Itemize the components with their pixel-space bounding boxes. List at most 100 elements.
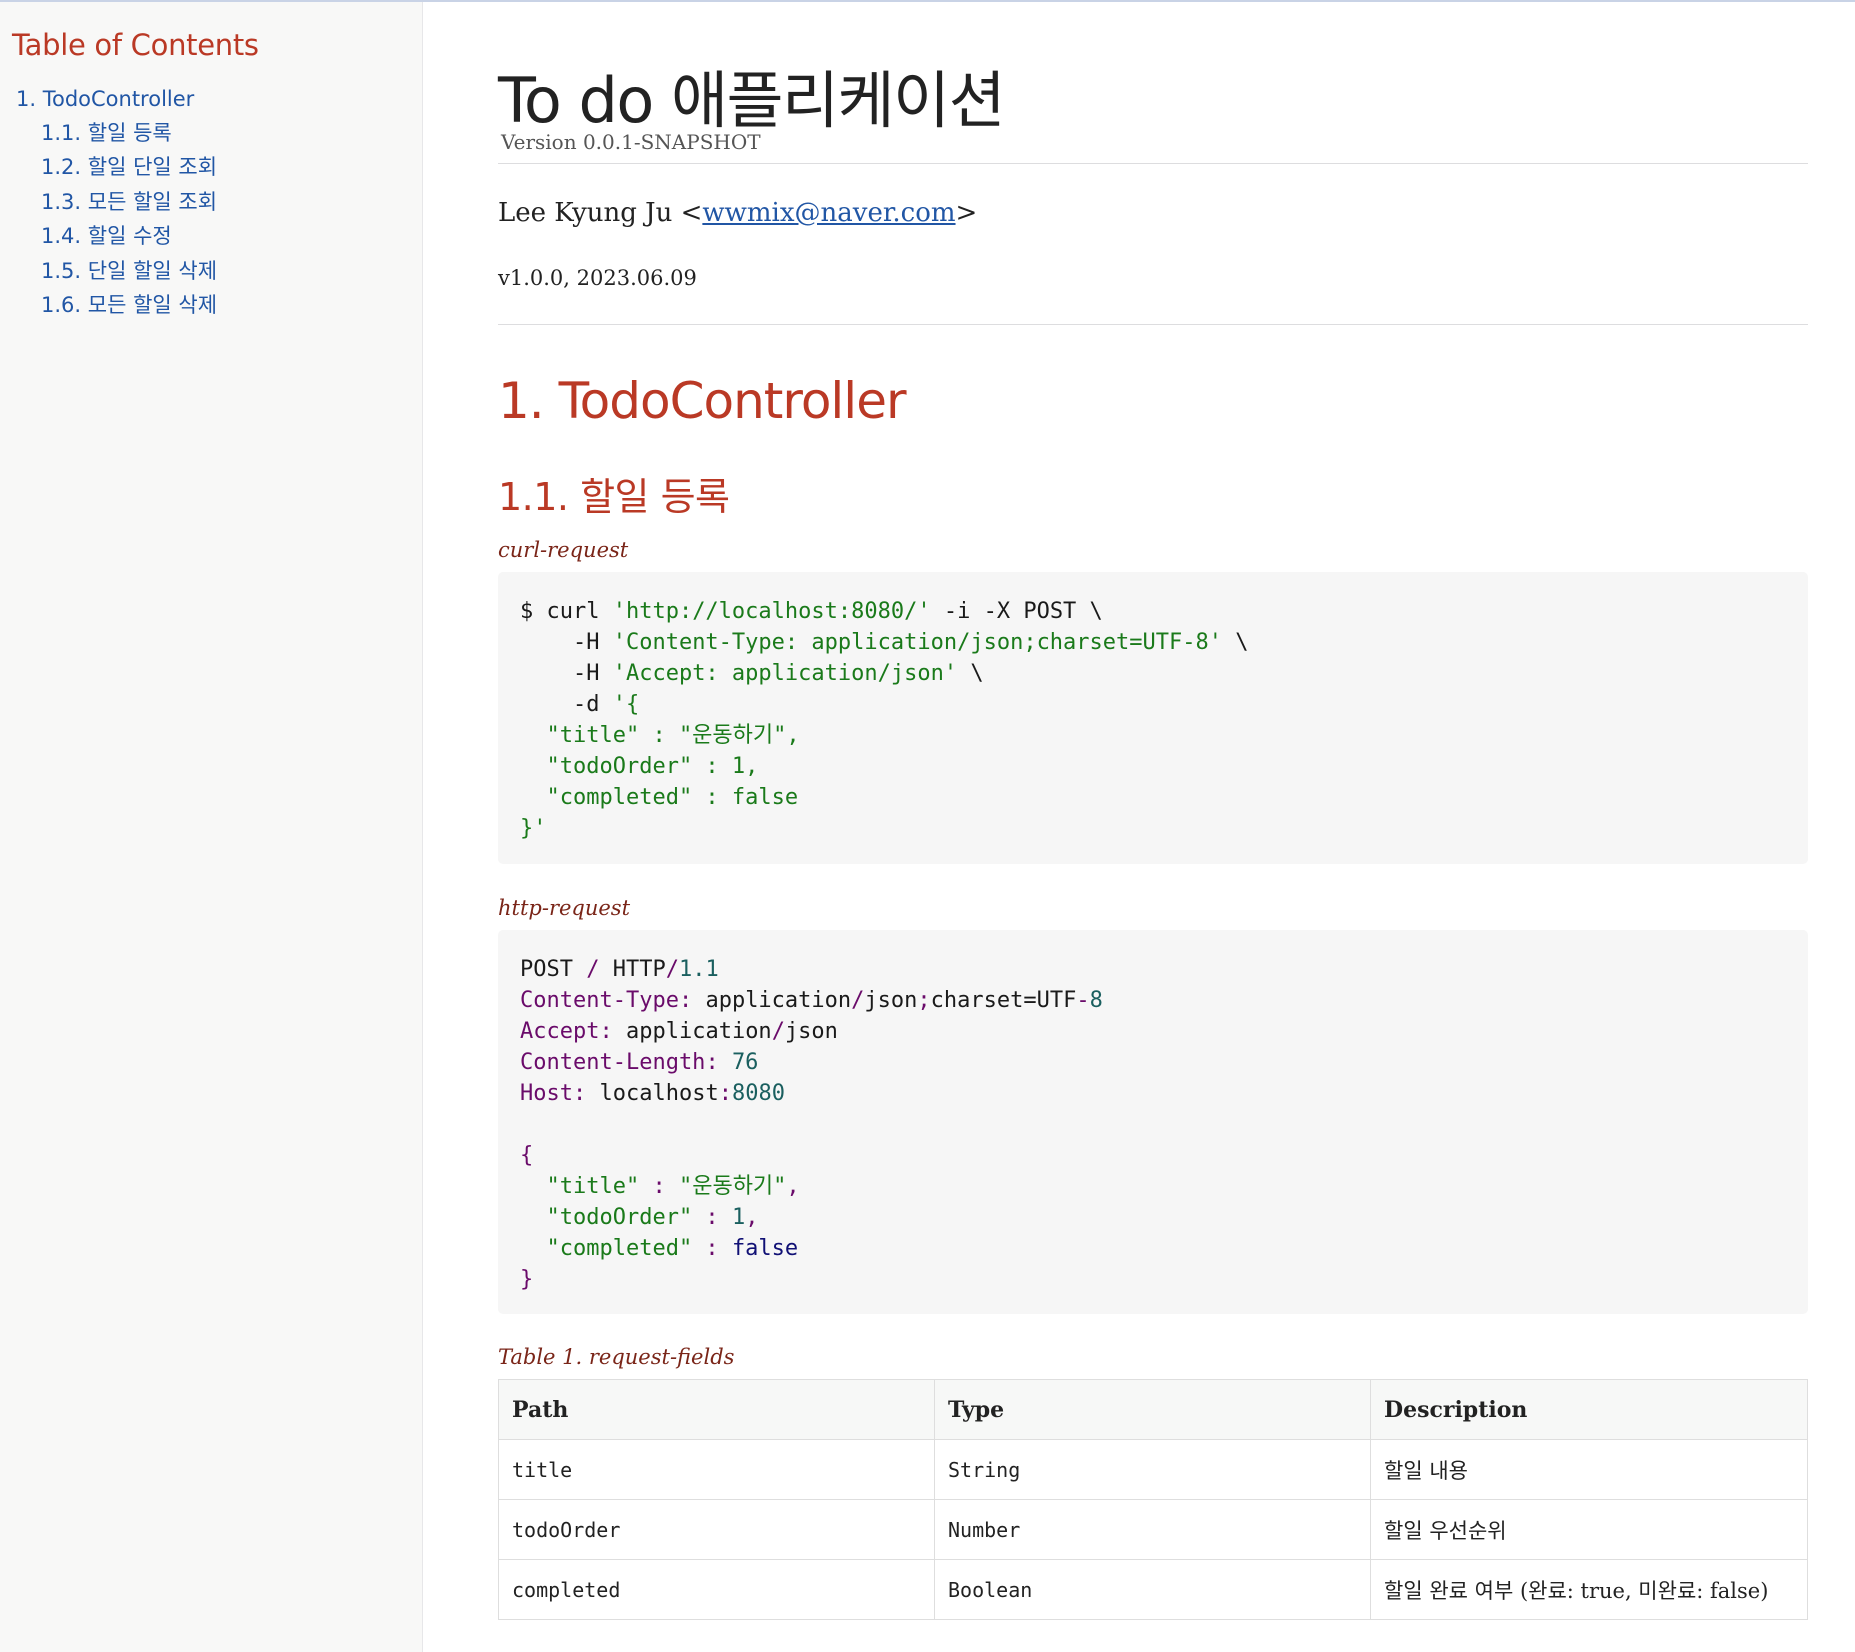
toc-item: 1. TodoController 1.1. 할일 등록 1.2. 할일 단일 … xyxy=(12,82,422,322)
toc-link-update[interactable]: 1.4. 할일 수정 xyxy=(12,219,422,253)
toc-title: Table of Contents xyxy=(12,28,259,62)
toc-sidebar: Table of Contents 1. TodoController 1.1.… xyxy=(0,2,423,1652)
code-token: ; xyxy=(917,988,931,1013)
toc-link-register[interactable]: 1.1. 할일 등록 xyxy=(12,116,422,150)
table-cell-description: 할일 완료 여부 (완료: true, 미완료: false) xyxy=(1370,1559,1808,1620)
code-token: $ curl xyxy=(520,599,613,624)
code-token: application xyxy=(625,1019,772,1044)
code-token: POST xyxy=(520,957,573,982)
toc-list: 1. TodoController 1.1. 할일 등록 1.2. 할일 단일 … xyxy=(12,82,422,322)
author-name: Lee Kyung Ju < xyxy=(498,198,703,228)
code-token: -H xyxy=(520,661,613,686)
code-token: -i -X POST \ xyxy=(930,599,1103,624)
table-cell-path: completed xyxy=(498,1559,935,1620)
subsection-heading: 1.1. 할일 등록 xyxy=(498,475,730,519)
code-token: Host xyxy=(520,1081,573,1106)
code-token: : xyxy=(639,1174,679,1199)
code-token: localhost xyxy=(599,1081,719,1106)
code-token: : xyxy=(678,988,706,1013)
code-token: { xyxy=(520,1143,534,1168)
code-token: charset=UTF xyxy=(930,988,1077,1013)
table-header-row: Path Type Description xyxy=(498,1379,1808,1440)
code-token: / xyxy=(572,957,613,982)
toc-item: 1.6. 모든 할일 삭제 xyxy=(12,288,422,322)
code-token: 1 xyxy=(731,1205,746,1230)
code-token: : xyxy=(599,1019,626,1044)
toc-link-delete-all[interactable]: 1.6. 모든 할일 삭제 xyxy=(12,288,422,322)
code-token: 'http://localhost:8080/' xyxy=(612,599,931,624)
toc-item: 1.5. 단일 할일 삭제 xyxy=(12,254,422,288)
toc-link-get-all[interactable]: 1.3. 모든 할일 조회 xyxy=(12,185,422,219)
code-token: \ xyxy=(1222,630,1249,655)
code-token: : xyxy=(572,1081,600,1106)
table-cell-type: Boolean xyxy=(934,1559,1371,1620)
code-token: -H xyxy=(520,630,613,655)
code-token: / xyxy=(665,957,679,982)
table-row: todoOrder Number 할일 우선순위 xyxy=(498,1499,1808,1560)
toc-link-get-one[interactable]: 1.2. 할일 단일 조회 xyxy=(12,150,422,184)
code-token: : xyxy=(692,1236,732,1261)
code-token: "title" xyxy=(520,1174,640,1199)
code-token: - xyxy=(1076,988,1090,1013)
preamble-divider xyxy=(498,324,1808,325)
table-cell-type: Number xyxy=(934,1499,1371,1560)
code-token: "title" : "운동하기", xyxy=(520,723,800,748)
code-token: , xyxy=(745,1205,759,1230)
toc-item: 1.3. 모든 할일 조회 xyxy=(12,185,422,219)
column-header-path: Path xyxy=(498,1379,935,1440)
code-token: json xyxy=(864,988,918,1013)
toc-link-delete-one[interactable]: 1.5. 단일 할일 삭제 xyxy=(12,254,422,288)
code-token: json xyxy=(784,1019,838,1044)
code-token: 'Accept: application/json' xyxy=(612,661,958,686)
table-caption: Table 1. request-fields xyxy=(498,1345,735,1369)
http-request-listing: POST / HTTP/1.1 Content-Type: applicatio… xyxy=(498,930,1808,1314)
code-token: "todoOrder" : 1, xyxy=(520,754,759,779)
code-token: Content-Type xyxy=(520,988,679,1013)
author-line: Lee Kyung Ju <wwmix@naver.com> xyxy=(498,198,977,228)
table-cell-path: title xyxy=(498,1439,935,1500)
code-token: \ xyxy=(957,661,984,686)
code-token: -d xyxy=(520,692,613,717)
code-token: / xyxy=(771,1019,785,1044)
author-suffix: > xyxy=(955,198,978,228)
toc-item: 1.1. 할일 등록 xyxy=(12,116,422,150)
code-token: HTTP xyxy=(612,957,666,982)
column-header-type: Type xyxy=(934,1379,1371,1440)
code-token: "todoOrder" xyxy=(520,1205,693,1230)
table-cell-type: String xyxy=(934,1439,1371,1500)
code-token: : xyxy=(705,1050,732,1075)
code-token: "completed" xyxy=(520,1236,693,1261)
code-token: 1.1 xyxy=(678,957,719,982)
code-token: application xyxy=(705,988,852,1013)
toc-item: 1.4. 할일 수정 xyxy=(12,219,422,253)
code-token: : xyxy=(718,1081,732,1106)
code-token: '{ xyxy=(612,692,640,717)
toc-sublist: 1.1. 할일 등록 1.2. 할일 단일 조회 1.3. 모든 할일 조회 1… xyxy=(12,116,422,322)
code-token: }' xyxy=(520,816,547,841)
version-label: Version 0.0.1-SNAPSHOT xyxy=(501,130,761,154)
toc-link-todocontroller[interactable]: 1. TodoController xyxy=(12,82,422,116)
http-request-title: http-request xyxy=(498,896,631,920)
code-token: "completed" : false xyxy=(520,785,799,810)
table-row: title String 할일 내용 xyxy=(498,1439,1808,1500)
toc-item: 1.2. 할일 단일 조회 xyxy=(12,150,422,184)
code-token: 'Content-Type: application/json;charset=… xyxy=(612,630,1222,655)
code-token: , xyxy=(786,1174,800,1199)
code-token: Content-Length xyxy=(520,1050,706,1075)
revision-line: v1.0.0, 2023.06.09 xyxy=(498,266,697,290)
code-token: 8 xyxy=(1089,988,1103,1013)
code-token: Accept xyxy=(520,1019,600,1044)
code-token: "운동하기" xyxy=(678,1174,787,1199)
header-divider xyxy=(498,163,1808,164)
code-token: / xyxy=(851,988,865,1013)
code-token: } xyxy=(520,1267,534,1292)
table-cell-description: 할일 내용 xyxy=(1370,1439,1808,1500)
document-title: To do 애플리케이션 xyxy=(498,64,1006,137)
section-heading: 1. TodoController xyxy=(498,372,907,430)
table-row: completed Boolean 할일 완료 여부 (완료: true, 미완… xyxy=(498,1559,1808,1620)
column-header-description: Description xyxy=(1370,1379,1808,1440)
code-token: 76 xyxy=(731,1050,759,1075)
code-token: 8080 xyxy=(731,1081,785,1106)
author-email-link[interactable]: wwmix@naver.com xyxy=(702,198,955,228)
code-token: false xyxy=(731,1236,799,1261)
